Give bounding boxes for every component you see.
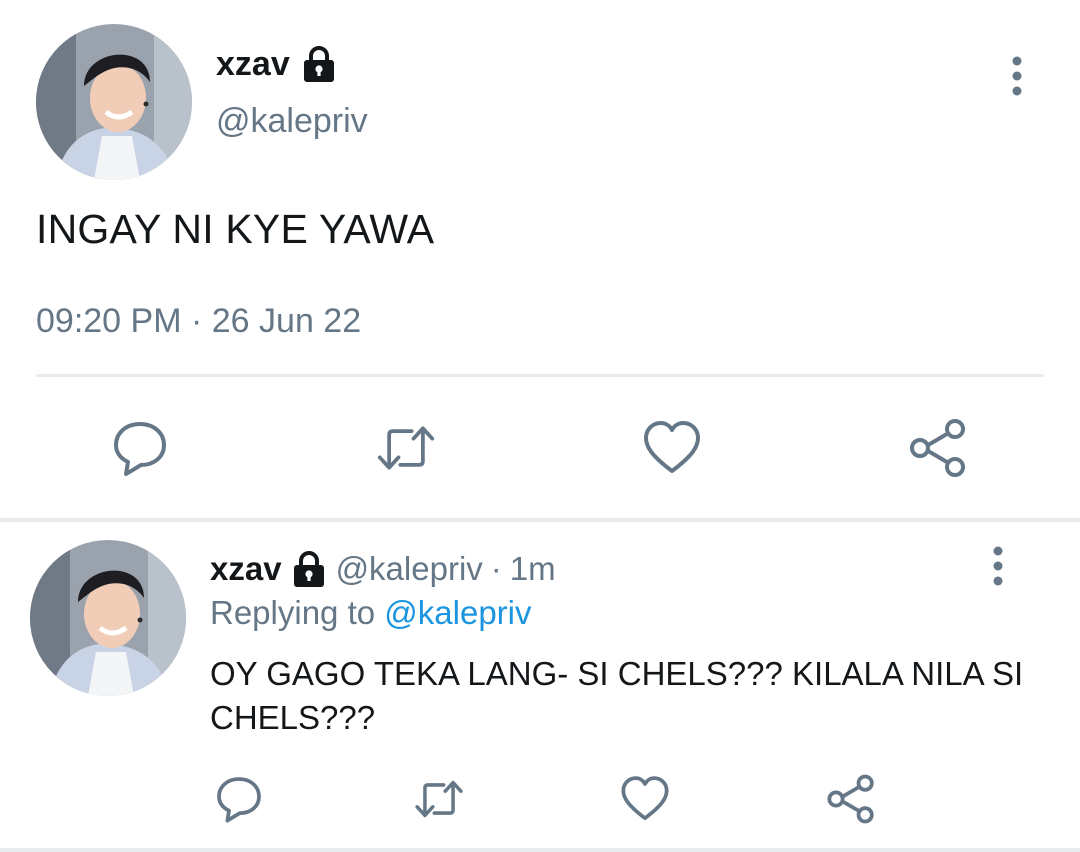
section-divider	[0, 518, 1080, 522]
heart-icon	[621, 776, 669, 821]
section-divider	[0, 848, 1080, 852]
tweet-date: 26 Jun 22	[211, 302, 362, 340]
meta-separator: ·	[490, 550, 502, 587]
meta-separator: ·	[190, 302, 203, 340]
divider	[36, 374, 1044, 377]
avatar-photo	[36, 24, 192, 180]
reply-more-options-button[interactable]	[983, 542, 1013, 590]
heart-icon	[644, 421, 700, 473]
reply-button[interactable]	[214, 774, 264, 824]
vertical-dots-icon	[1012, 56, 1022, 96]
avatar[interactable]	[36, 24, 192, 180]
retweet-button[interactable]	[414, 774, 464, 824]
like-button[interactable]	[642, 418, 702, 478]
retweet-button[interactable]	[376, 418, 436, 478]
lock-icon	[290, 550, 328, 588]
share-icon	[827, 774, 874, 824]
avatar-photo	[30, 540, 186, 696]
replying-to: Replying to @kalepriv	[210, 594, 532, 632]
reply-display-name[interactable]: xzav	[210, 550, 282, 588]
tweet-text: INGAY NI KYE YAWA	[36, 206, 435, 252]
replying-to-label: Replying to	[210, 594, 376, 631]
user-handle[interactable]: @kalepriv	[216, 102, 368, 141]
share-icon	[910, 419, 965, 477]
reply-avatar[interactable]	[30, 540, 186, 696]
tweet-timestamp: 09:20 PM · 26 Jun 22	[36, 302, 361, 341]
share-button[interactable]	[908, 418, 968, 478]
speech-bubble-icon	[217, 777, 261, 823]
more-options-button[interactable]	[1002, 52, 1032, 100]
display-name[interactable]: xzav	[216, 42, 338, 86]
reply-header: xzav @kalepriv · 1m	[210, 547, 556, 591]
reply-button[interactable]	[110, 418, 170, 478]
retweet-icon	[377, 426, 435, 470]
tweet-time: 09:20 PM	[36, 302, 182, 340]
lock-icon	[300, 45, 338, 83]
tweet-thread: xzav @kalepriv INGAY NI KYE YAWA 09:20 P…	[0, 0, 1080, 852]
display-name-text[interactable]: xzav	[216, 45, 290, 84]
like-button[interactable]	[620, 774, 670, 824]
reply-user-handle[interactable]: @kalepriv	[336, 550, 483, 588]
reply-time[interactable]: 1m	[510, 550, 556, 588]
speech-bubble-icon	[114, 422, 166, 476]
share-button[interactable]	[826, 774, 876, 824]
replying-to-mention[interactable]: @kalepriv	[384, 594, 531, 631]
retweet-icon	[415, 780, 463, 818]
vertical-dots-icon	[993, 546, 1003, 586]
reply-tweet-text: OY GAGO TEKA LANG- SI CHELS??? KILALA NI…	[210, 655, 1024, 736]
